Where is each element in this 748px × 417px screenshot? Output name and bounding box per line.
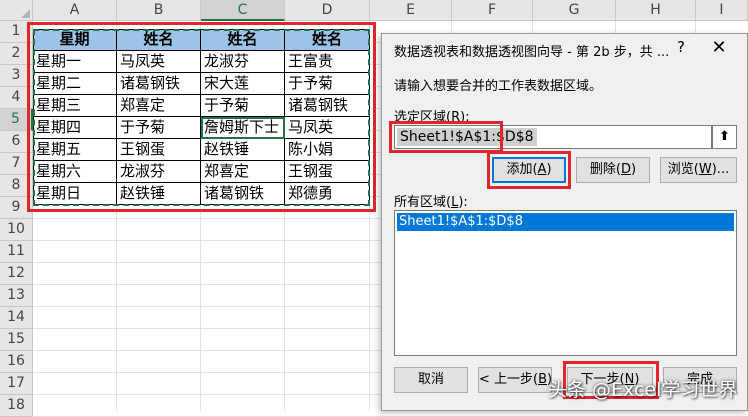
table-cell[interactable]: 于予菊 [285, 73, 370, 95]
column-header[interactable]: F [452, 0, 533, 21]
row-header[interactable]: 12 [0, 263, 33, 285]
column-header[interactable]: E [370, 0, 452, 21]
collapse-arrow-icon: ⬆ [719, 129, 730, 144]
table-cell[interactable]: 马凤英 [285, 117, 370, 139]
dialog-title: 数据透视表和数据透视图向导 - 第 2b 步，共 ... [394, 45, 670, 60]
list-item[interactable]: Sheet1!$A$1:$D$8 [397, 213, 734, 231]
table-cell[interactable]: 星期四 [33, 117, 117, 139]
table-cell[interactable]: 马凤英 [117, 51, 201, 73]
instruction-text: 请输入想要合并的工作表数据区域。 [394, 79, 603, 94]
table-cell[interactable]: 于予菊 [201, 95, 285, 117]
range-input[interactable]: Sheet1!$A$1:$D$8 [394, 125, 712, 149]
next-button[interactable]: 下一步(N) [567, 367, 653, 393]
table-cell[interactable]: 龙淑芬 [201, 51, 285, 73]
row-header[interactable]: 10 [0, 219, 33, 241]
table-cell[interactable]: 星期日 [33, 183, 117, 205]
row-header[interactable]: 18 [0, 395, 33, 417]
row-header[interactable]: 17 [0, 373, 33, 395]
table-cell[interactable]: 诸葛钢铁 [117, 73, 201, 95]
row-header[interactable]: 15 [0, 329, 33, 351]
row-header[interactable]: 13 [0, 285, 33, 307]
table-cell[interactable]: 王钢蛋 [117, 139, 201, 161]
cancel-button[interactable]: 取消 [394, 367, 468, 393]
table-header-cell[interactable]: 星期 [33, 29, 117, 51]
close-icon[interactable]: ✕ [708, 37, 730, 59]
row-header[interactable]: 1 [0, 21, 33, 43]
table-cell[interactable]: 陈小娟 [285, 139, 370, 161]
table-cell[interactable]: 宋大莲 [201, 73, 285, 95]
table-cell[interactable]: 龙淑芬 [117, 161, 201, 183]
range-label: 选定区域(R): [394, 110, 470, 125]
table-cell[interactable]: 星期六 [33, 161, 117, 183]
column-header[interactable]: A [33, 0, 117, 21]
row-header[interactable]: 9 [0, 197, 33, 219]
table-cell[interactable]: 星期五 [33, 139, 117, 161]
all-ranges-list[interactable]: Sheet1!$A$1:$D$8 [394, 210, 737, 356]
table-cell[interactable]: 王钢蛋 [285, 161, 370, 183]
row-header[interactable]: 7 [0, 153, 33, 175]
column-header[interactable]: C [201, 0, 285, 21]
row-header[interactable]: 16 [0, 351, 33, 373]
table-cell[interactable]: 星期二 [33, 73, 117, 95]
table-cell[interactable]: 赵铁锤 [117, 183, 201, 205]
select-all-corner[interactable] [0, 0, 33, 21]
table-cell[interactable]: 诸葛钢铁 [201, 183, 285, 205]
row-header[interactable]: 14 [0, 307, 33, 329]
table-cell[interactable]: 郑德勇 [285, 183, 370, 205]
row-header[interactable]: 5 [0, 109, 33, 131]
table-cell[interactable]: 詹姆斯下士 [201, 117, 285, 139]
row-header[interactable]: 4 [0, 87, 33, 109]
row-header[interactable]: 3 [0, 65, 33, 87]
column-header[interactable]: D [285, 0, 370, 21]
back-button[interactable]: < 上一步(B) [478, 367, 552, 393]
table-cell[interactable]: 郑喜定 [201, 161, 285, 183]
add-button[interactable]: 添加(A) [492, 157, 566, 183]
table-cell[interactable]: 赵铁锤 [201, 139, 285, 161]
table-header-cell[interactable]: 姓名 [201, 29, 285, 51]
browse-button[interactable]: 浏览(W)... [660, 157, 737, 183]
table-cell[interactable]: 王富贵 [285, 51, 370, 73]
table-header-cell[interactable]: 姓名 [117, 29, 201, 51]
pivot-wizard-dialog: 数据透视表和数据透视图向导 - 第 2b 步，共 ... ? ✕ 请输入想要合并… [381, 33, 748, 411]
collapse-dialog-button[interactable]: ⬆ [712, 125, 737, 149]
table-cell[interactable]: 星期一 [33, 51, 117, 73]
column-header[interactable]: G [533, 0, 616, 21]
all-ranges-label: 所有区域(L): [394, 195, 468, 210]
row-header[interactable]: 8 [0, 175, 33, 197]
delete-button[interactable]: 删除(D) [576, 157, 650, 183]
table-cell[interactable]: 郑喜定 [117, 95, 201, 117]
row-header[interactable]: 6 [0, 131, 33, 153]
row-header[interactable]: 11 [0, 241, 33, 263]
table-header-cell[interactable]: 姓名 [285, 29, 370, 51]
row-header[interactable]: 2 [0, 43, 33, 65]
finish-button[interactable]: 完成 [663, 367, 737, 393]
table-cell[interactable]: 诸葛钢铁 [285, 95, 370, 117]
range-input-value: Sheet1!$A$1:$D$8 [397, 128, 537, 146]
table-cell[interactable]: 于予菊 [117, 117, 201, 139]
help-icon[interactable]: ? [671, 38, 691, 58]
column-header[interactable]: I [696, 0, 748, 21]
table-cell[interactable]: 星期三 [33, 95, 117, 117]
column-header[interactable]: B [117, 0, 201, 21]
column-header[interactable]: H [616, 0, 696, 21]
